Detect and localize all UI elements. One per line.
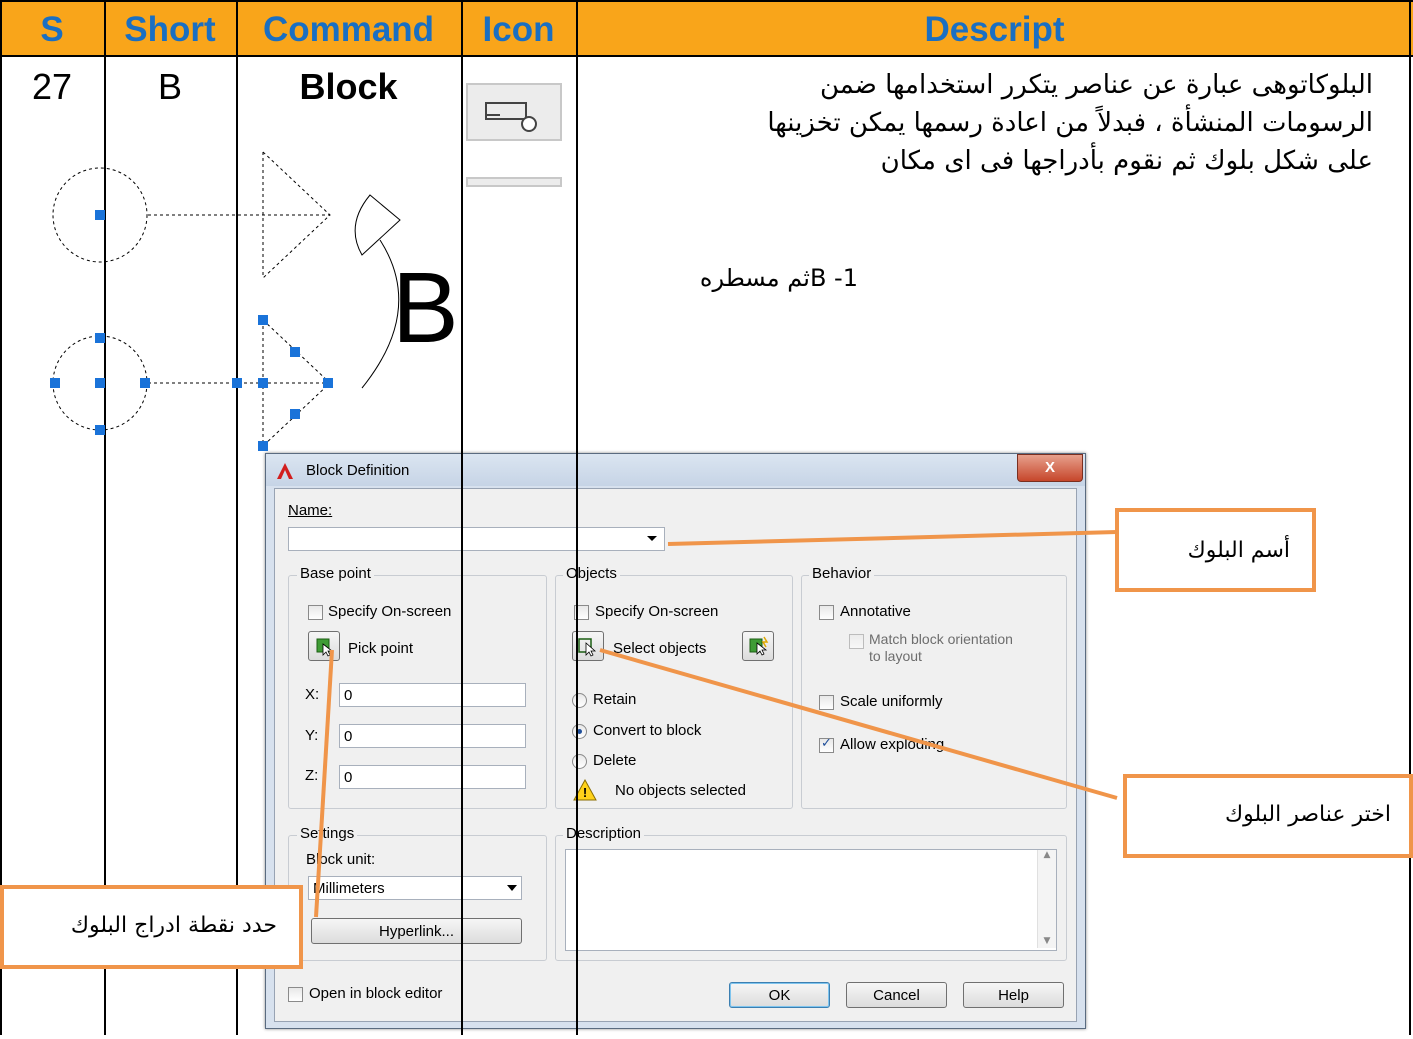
- pick-point-button[interactable]: [308, 631, 340, 661]
- column-divider-4: [1409, 0, 1411, 1035]
- chevron-down-icon[interactable]: [647, 536, 657, 541]
- annotative-label: Annotative: [840, 603, 911, 620]
- big-letter-b: B: [392, 252, 459, 364]
- dialog-title: Block Definition: [306, 462, 410, 479]
- row-number: 27: [31, 66, 73, 107]
- hyperlink-button[interactable]: Hyperlink...: [311, 918, 522, 944]
- callout-select-elements-text: اختر عناصر البلوك: [1225, 802, 1391, 827]
- description-line-3: على شكل بلوك ثم نقوم بأدراجها فى اى مكان: [880, 146, 1373, 176]
- grip-handle: [290, 347, 300, 357]
- z-coordinate-input[interactable]: 0: [339, 765, 526, 789]
- convert-to-block-radio[interactable]: [572, 724, 587, 739]
- column-divider-3a: [461, 0, 463, 1035]
- match-orientation-label-2: to layout: [869, 648, 922, 664]
- svg-text:!: !: [583, 785, 587, 800]
- retain-label: Retain: [593, 691, 637, 708]
- settings-title: Settings: [297, 825, 358, 842]
- callout-block-name-text: أسم البلوك: [1187, 538, 1290, 563]
- allow-exploding-label: Allow exploding: [840, 736, 945, 753]
- y-coordinate-input[interactable]: 0: [339, 724, 526, 748]
- grip-handle: [323, 378, 333, 388]
- y-label: Y:: [305, 727, 319, 744]
- callout-insertion-point-text: حدد نقطة ادراج البلوك: [70, 913, 277, 938]
- dialog-body: Name: Base point Specify On-screen Pick …: [274, 488, 1077, 1022]
- objects-title: Objects: [563, 565, 620, 582]
- behavior-title: Behavior: [809, 565, 875, 582]
- grip-handle: [232, 378, 242, 388]
- callout-block-name: أسم البلوك: [1115, 508, 1316, 592]
- dialog-title-bar[interactable]: Block Definition X: [266, 454, 1085, 486]
- base-specify-onscreen-checkbox[interactable]: [308, 605, 323, 620]
- open-in-block-editor-label: Open in block editor: [309, 985, 443, 1002]
- scale-uniformly-checkbox[interactable]: [819, 695, 834, 710]
- column-divider-3b: [576, 0, 578, 1035]
- close-button[interactable]: X: [1017, 454, 1083, 482]
- callout-insertion-point: حدد نقطة ادراج البلوك: [0, 885, 303, 969]
- column-divider-left: [0, 0, 2, 1035]
- delete-radio[interactable]: [572, 754, 587, 769]
- x-coordinate-input[interactable]: 0: [339, 683, 526, 707]
- grip-handle: [140, 378, 150, 388]
- objects-specify-onscreen-label: Specify On-screen: [595, 603, 719, 620]
- match-orientation-label-1: Match block orientation: [869, 631, 1013, 647]
- header-descript: Descript: [924, 10, 1065, 49]
- grip-handle: [95, 333, 105, 343]
- match-orientation-checkbox[interactable]: [849, 634, 864, 649]
- grip-handle: [258, 441, 268, 451]
- base-point-title: Base point: [297, 565, 374, 582]
- delete-label: Delete: [593, 752, 637, 769]
- block-unit-label: Block unit:: [306, 851, 376, 868]
- description-line-2: الرسومات المنشأة ، فبدلاً من اعادة رسمها…: [767, 108, 1373, 138]
- pick-point-label: Pick point: [348, 640, 414, 657]
- header-short: Short: [124, 10, 216, 49]
- autocad-logo-icon: [276, 462, 294, 480]
- z-label: Z:: [305, 767, 319, 784]
- callout-select-elements: اختر عناصر البلوك: [1123, 774, 1413, 858]
- allow-exploding-checkbox[interactable]: ✓: [819, 736, 834, 753]
- description-line-1: البلوكاتوهى عبارة عن عناصر يتكرر استخدام…: [819, 70, 1373, 100]
- ok-button[interactable]: OK: [729, 982, 830, 1008]
- retain-radio[interactable]: [572, 693, 587, 708]
- name-label: Name:: [288, 502, 333, 519]
- base-specify-onscreen-label: Specify On-screen: [328, 603, 452, 620]
- open-in-block-editor-checkbox[interactable]: [288, 987, 303, 1002]
- table-border-top: [0, 0, 1413, 2]
- description-textarea[interactable]: [565, 849, 1057, 951]
- description-scrollbar[interactable]: ▲ ▼: [1037, 850, 1056, 948]
- select-objects-label: Select objects: [613, 640, 707, 657]
- block-definition-dialog: Block Definition X Name: Base point Spec…: [265, 453, 1086, 1029]
- header-s: S: [40, 10, 64, 49]
- grip-handle: [95, 425, 105, 435]
- grip-handle: [258, 315, 268, 325]
- block-unit-select[interactable]: Millimeters: [308, 876, 522, 900]
- name-combobox[interactable]: [288, 527, 665, 551]
- row-command: Block: [299, 66, 398, 107]
- grip-handle: [95, 378, 105, 388]
- grip-handle: [50, 378, 60, 388]
- grip-handle: [95, 210, 105, 220]
- row-shortcut: B: [157, 66, 182, 107]
- step-instruction: 1- Bثم مسطره: [699, 264, 858, 292]
- grip-handle: [290, 409, 300, 419]
- chevron-down-icon[interactable]: [507, 885, 517, 891]
- cancel-button[interactable]: Cancel: [846, 982, 947, 1008]
- header-icon: Icon: [482, 10, 555, 49]
- grip-handle: [258, 378, 268, 388]
- x-label: X:: [305, 686, 320, 703]
- help-button[interactable]: Help: [963, 982, 1064, 1008]
- header-divider: [0, 55, 1413, 57]
- convert-to-block-label: Convert to block: [593, 722, 702, 739]
- header-command: Command: [262, 10, 435, 49]
- block-command-icon: [466, 83, 562, 187]
- quick-select-button[interactable]: [742, 631, 774, 661]
- objects-status: No objects selected: [615, 782, 746, 799]
- scale-uniformly-label: Scale uniformly: [840, 693, 943, 710]
- annotative-checkbox[interactable]: [819, 605, 834, 620]
